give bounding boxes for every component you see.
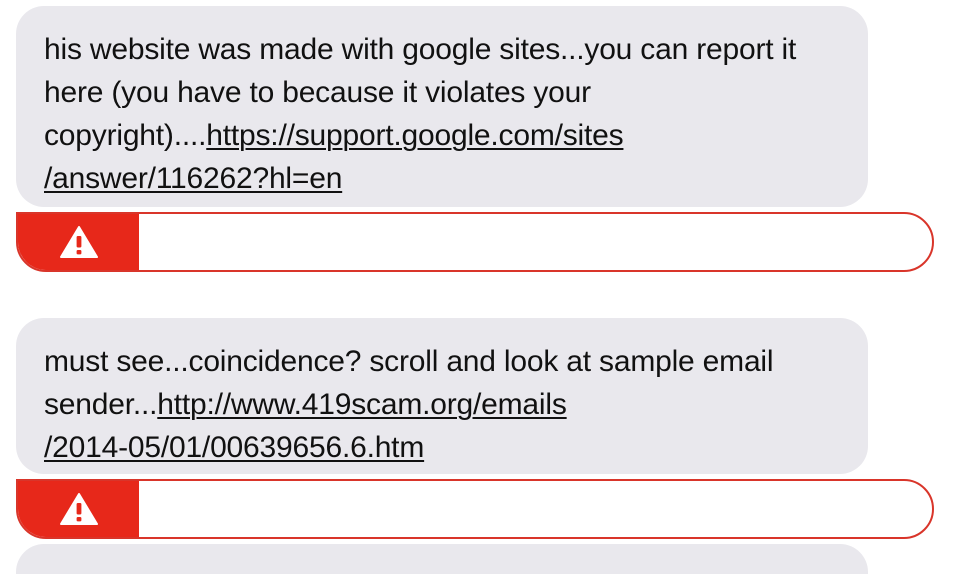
link-warning-bar[interactable] (16, 212, 934, 272)
next-message-bubble (16, 544, 868, 574)
warning-flag (18, 481, 139, 537)
link-warning-bar[interactable] (16, 479, 934, 539)
warning-icon (59, 226, 98, 258)
message-bubble: his website was made with google sites..… (16, 6, 868, 207)
warning-flag (18, 214, 139, 270)
message-bubble: must see...coincidence? scroll and look … (16, 318, 868, 474)
warning-icon (59, 493, 98, 525)
